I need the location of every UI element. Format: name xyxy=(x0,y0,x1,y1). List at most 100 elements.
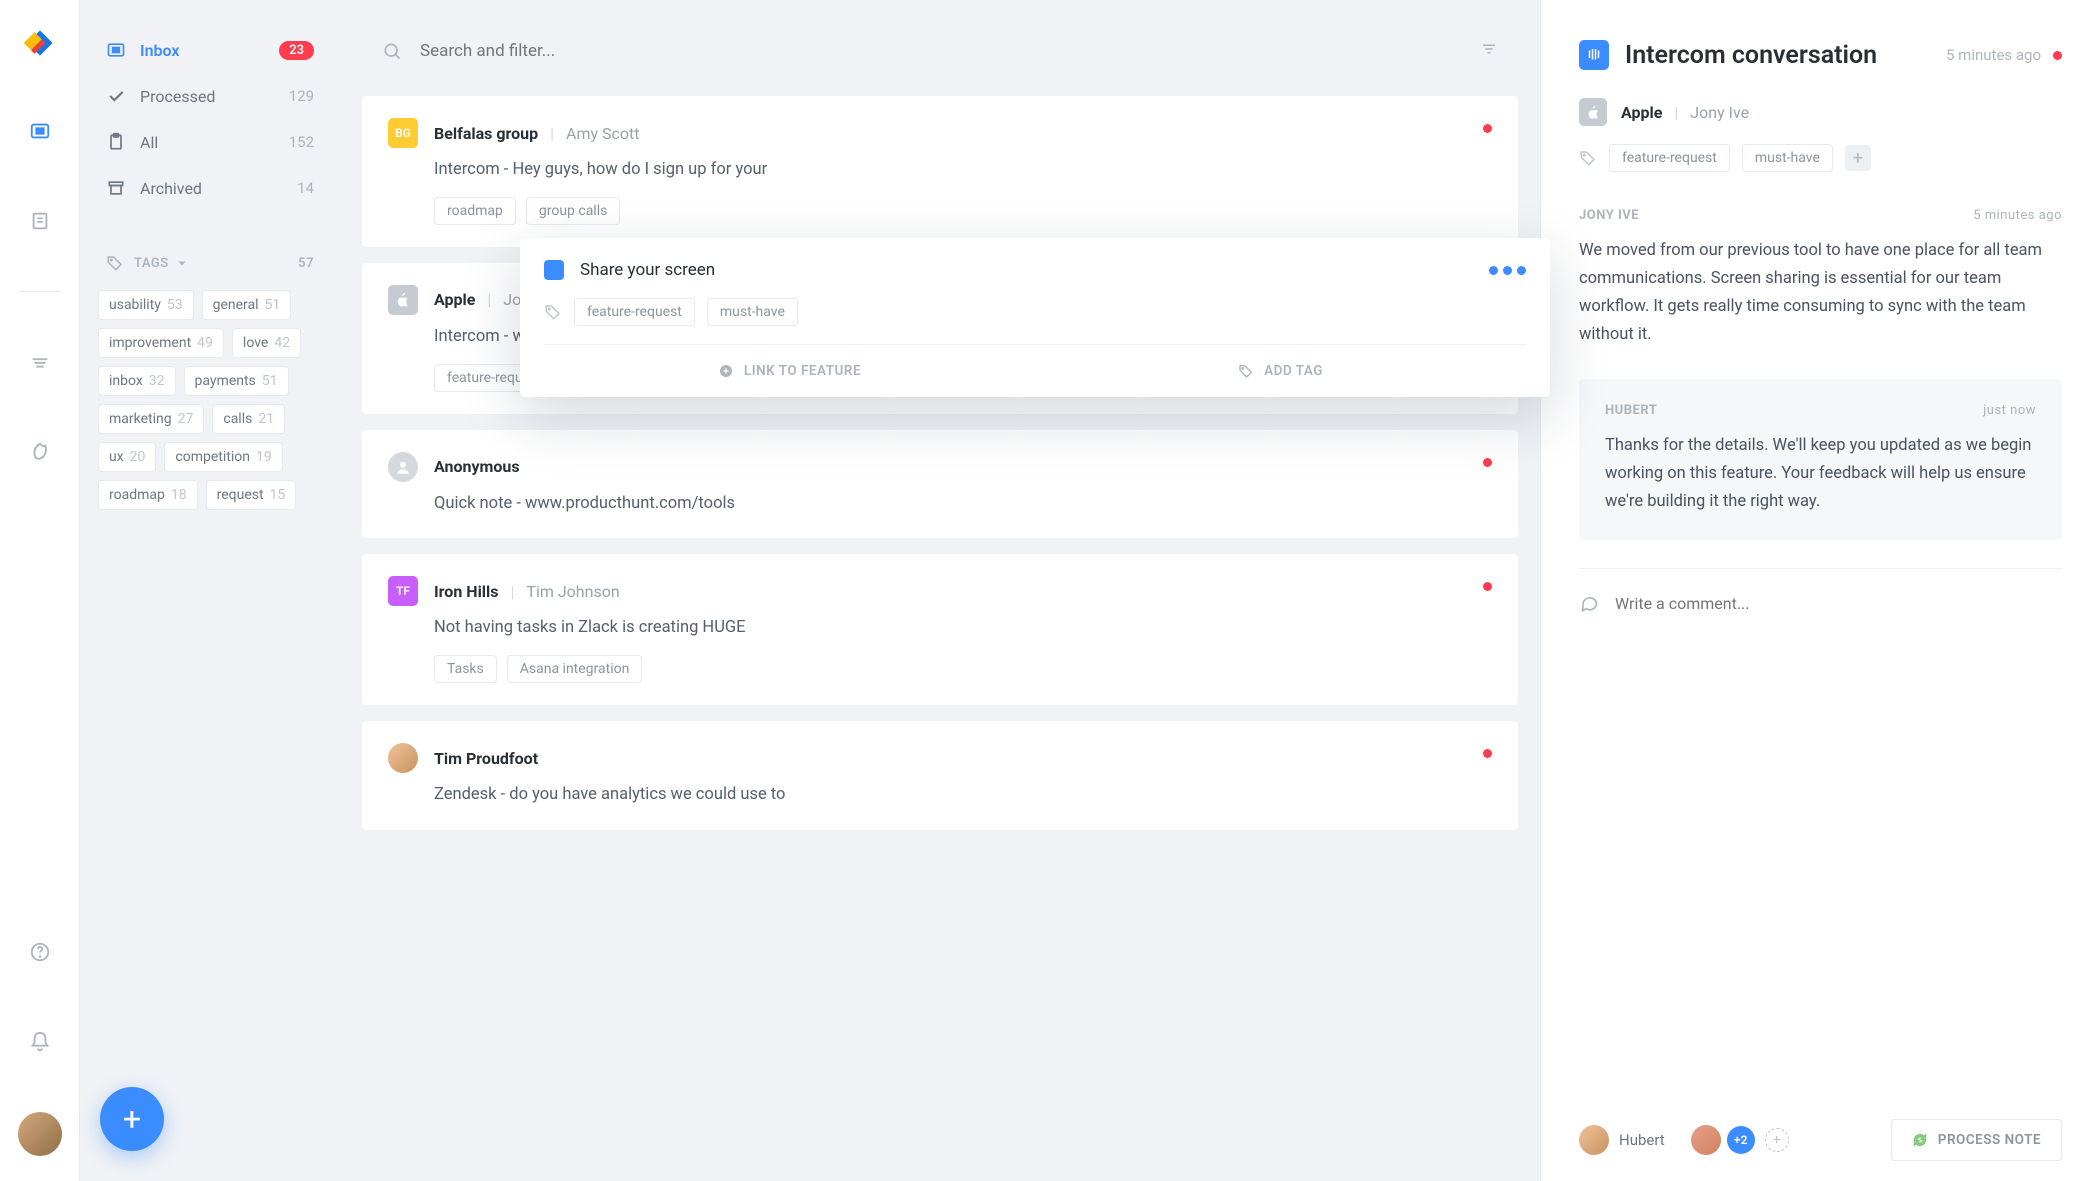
card-avatar: BG xyxy=(388,118,418,148)
detail-time: 5 minutes ago xyxy=(1946,46,2041,64)
card-company: Iron Hills xyxy=(434,582,499,601)
nav-inbox[interactable]: Inbox 23 xyxy=(94,30,326,70)
nav-label: All xyxy=(140,133,158,152)
sidebar-tag[interactable]: payments51 xyxy=(184,366,289,396)
card-company: Belfalas group xyxy=(434,124,538,143)
sidebar-tag[interactable]: general51 xyxy=(202,290,292,320)
rail-help[interactable] xyxy=(20,932,60,972)
detail-footer: Hubert +2 + PROCESS NOTE xyxy=(1579,1119,2062,1161)
sidebar-tag[interactable]: calls21 xyxy=(212,404,285,434)
more-people-badge[interactable]: +2 xyxy=(1727,1126,1755,1154)
sidebar-tag[interactable]: usability53 xyxy=(98,290,194,320)
company-avatar xyxy=(1579,98,1607,126)
card-body: Intercom - Hey guys, how do I sign up fo… xyxy=(434,158,1492,183)
card-person: Tim Johnson xyxy=(526,582,619,601)
msg-body: Thanks for the details. We'll keep you u… xyxy=(1605,432,2036,516)
tags-label: TAGS xyxy=(134,256,169,271)
card-tag[interactable]: Tasks xyxy=(434,655,497,683)
rail-notifications[interactable] xyxy=(20,1022,60,1062)
tags-count: 57 xyxy=(298,256,314,271)
app-logo[interactable] xyxy=(22,25,58,61)
divider xyxy=(1579,568,2062,569)
nav-label: Inbox xyxy=(140,41,180,60)
msg-body: We moved from our previous tool to have … xyxy=(1579,237,2062,349)
tags-header[interactable]: TAGS 57 xyxy=(94,244,326,282)
footer-avatar-2[interactable] xyxy=(1691,1125,1721,1155)
rail-list[interactable] xyxy=(20,342,60,382)
fab-add-button[interactable]: + xyxy=(100,1087,164,1151)
card-tag[interactable]: roadmap xyxy=(434,197,516,225)
nav-count: 152 xyxy=(289,133,314,151)
intercom-icon xyxy=(1579,40,1609,70)
refresh-icon xyxy=(1912,1132,1928,1148)
feed-card[interactable]: Anonymous Quick note - www.producthunt.c… xyxy=(362,430,1518,539)
nav-processed[interactable]: Processed 129 xyxy=(94,76,326,116)
unread-dot xyxy=(1483,124,1492,133)
nav-count: 14 xyxy=(297,179,314,197)
msg-author: HUBERT xyxy=(1605,403,1657,418)
msg-author: JONY IVE xyxy=(1579,208,1639,223)
feed-column: BG Belfalas group |Amy Scott Intercom - … xyxy=(340,0,1540,1181)
tag-icon xyxy=(1238,363,1254,379)
link-to-feature-button[interactable]: LINK TO FEATURE xyxy=(544,345,1035,397)
footer-name: Hubert xyxy=(1619,1131,1665,1149)
feed-card[interactable]: Tim Proudfoot Zendesk - do you have anal… xyxy=(362,721,1518,830)
plus-circle-icon xyxy=(718,363,734,379)
detail-panel: Intercom conversation 5 minutes ago Appl… xyxy=(1540,0,2100,1181)
apple-icon xyxy=(1586,105,1601,120)
comment-input[interactable] xyxy=(1615,594,2062,613)
add-person-button[interactable]: + xyxy=(1765,1128,1789,1152)
search-bar xyxy=(362,30,1518,72)
unread-dot xyxy=(1483,749,1492,758)
process-label: PROCESS NOTE xyxy=(1938,1132,2041,1148)
rail-divider xyxy=(20,291,60,292)
feed-card[interactable]: TF Iron Hills |Tim Johnson Not having ta… xyxy=(362,554,1518,705)
rail-inbox[interactable] xyxy=(20,111,60,151)
sidebar-tag[interactable]: ux20 xyxy=(98,442,156,472)
action-label: LINK TO FEATURE xyxy=(744,363,861,379)
popover-tag[interactable]: must-have xyxy=(707,298,798,326)
sidebar-tag[interactable]: request15 xyxy=(206,480,297,510)
unread-dot xyxy=(1483,458,1492,467)
sidebar: Inbox 23 Processed 129 All 152 Archived … xyxy=(80,0,340,1181)
inbox-icon xyxy=(106,40,126,60)
footer-avatar[interactable] xyxy=(1579,1125,1609,1155)
popover-tag[interactable]: feature-request xyxy=(574,298,695,326)
search-icon xyxy=(382,41,402,61)
sidebar-tag[interactable]: roadmap18 xyxy=(98,480,198,510)
nav-badge: 23 xyxy=(279,41,314,60)
filter-button[interactable] xyxy=(1480,40,1498,62)
card-avatar xyxy=(388,452,418,482)
action-label: ADD TAG xyxy=(1264,363,1323,379)
msg-time: 5 minutes ago xyxy=(1973,208,2062,223)
card-avatar xyxy=(388,285,418,315)
sidebar-tag[interactable]: marketing27 xyxy=(98,404,204,434)
card-person: Amy Scott xyxy=(566,124,639,143)
msg-time: just now xyxy=(1983,403,2036,418)
card-tag[interactable]: group calls xyxy=(526,197,620,225)
clipboard-icon xyxy=(106,132,126,152)
add-tag-square[interactable]: + xyxy=(1845,145,1871,171)
sidebar-tag[interactable]: love42 xyxy=(232,328,301,358)
detail-tag[interactable]: feature-request xyxy=(1609,144,1730,172)
feed-card[interactable]: BG Belfalas group |Amy Scott Intercom - … xyxy=(362,96,1518,247)
rail-user-avatar[interactable] xyxy=(18,1112,62,1156)
detail-tag[interactable]: must-have xyxy=(1742,144,1833,172)
popover-more-icon[interactable] xyxy=(1489,266,1526,275)
popover-color-icon xyxy=(544,260,564,280)
card-tag[interactable]: Asana integration xyxy=(507,655,643,683)
app-rail xyxy=(0,0,80,1181)
process-note-button[interactable]: PROCESS NOTE xyxy=(1891,1119,2062,1161)
add-tag-button[interactable]: ADD TAG xyxy=(1035,345,1526,397)
detail-person: Jony Ive xyxy=(1690,103,1749,122)
search-input[interactable] xyxy=(420,41,1480,61)
rail-leaf[interactable] xyxy=(20,432,60,472)
card-body: Zendesk - do you have analytics we could… xyxy=(434,783,1492,808)
nav-all[interactable]: All 152 xyxy=(94,122,326,162)
reply-box: HUBERT just now Thanks for the details. … xyxy=(1579,379,2062,540)
rail-notes[interactable] xyxy=(20,201,60,241)
sidebar-tag[interactable]: competition19 xyxy=(164,442,282,472)
sidebar-tag[interactable]: improvement49 xyxy=(98,328,224,358)
nav-archived[interactable]: Archived 14 xyxy=(94,168,326,208)
sidebar-tag[interactable]: inbox32 xyxy=(98,366,176,396)
